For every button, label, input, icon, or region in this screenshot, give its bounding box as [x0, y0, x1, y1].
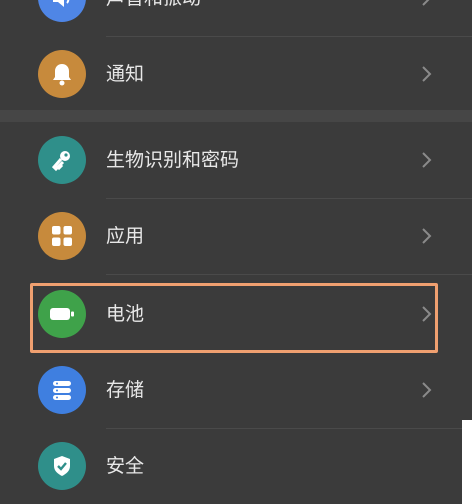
chevron-right-icon	[422, 152, 432, 168]
settings-item-sound[interactable]: 声音和振动	[0, 0, 472, 36]
chevron-right-icon	[422, 66, 432, 82]
settings-item-notifications[interactable]: 通知	[0, 36, 472, 112]
shield-check-icon	[38, 442, 86, 490]
chevron-right-icon	[422, 0, 430, 6]
settings-item-label: 安全	[106, 455, 145, 477]
key-icon	[38, 136, 86, 184]
settings-item-label: 存储	[106, 379, 145, 401]
apps-grid-icon	[38, 212, 86, 260]
settings-item-label: 生物识别和密码	[106, 149, 240, 171]
section-separator	[0, 110, 472, 122]
storage-icon	[38, 366, 86, 414]
settings-screen: { "settings": { "items": [ {"id": "sound…	[0, 0, 472, 504]
chevron-right-icon	[422, 228, 432, 244]
settings-item-battery[interactable]: 电池	[0, 276, 472, 352]
settings-item-apps[interactable]: 应用	[0, 198, 472, 274]
settings-item-storage[interactable]: 存储	[0, 352, 472, 428]
bell-icon	[38, 50, 86, 98]
speaker-icon	[38, 0, 86, 22]
settings-item-label: 应用	[106, 225, 145, 247]
settings-item-security[interactable]: 安全	[0, 428, 472, 504]
settings-item-label: 声音和振动	[106, 0, 201, 10]
settings-item-label: 电池	[106, 303, 145, 325]
settings-item-biometrics[interactable]: 生物识别和密码	[0, 122, 472, 198]
screen-edge	[462, 420, 472, 504]
chevron-right-icon	[422, 382, 432, 398]
settings-item-label: 通知	[106, 63, 145, 85]
chevron-right-icon	[422, 306, 432, 322]
divider	[106, 274, 472, 275]
battery-icon	[38, 290, 86, 338]
